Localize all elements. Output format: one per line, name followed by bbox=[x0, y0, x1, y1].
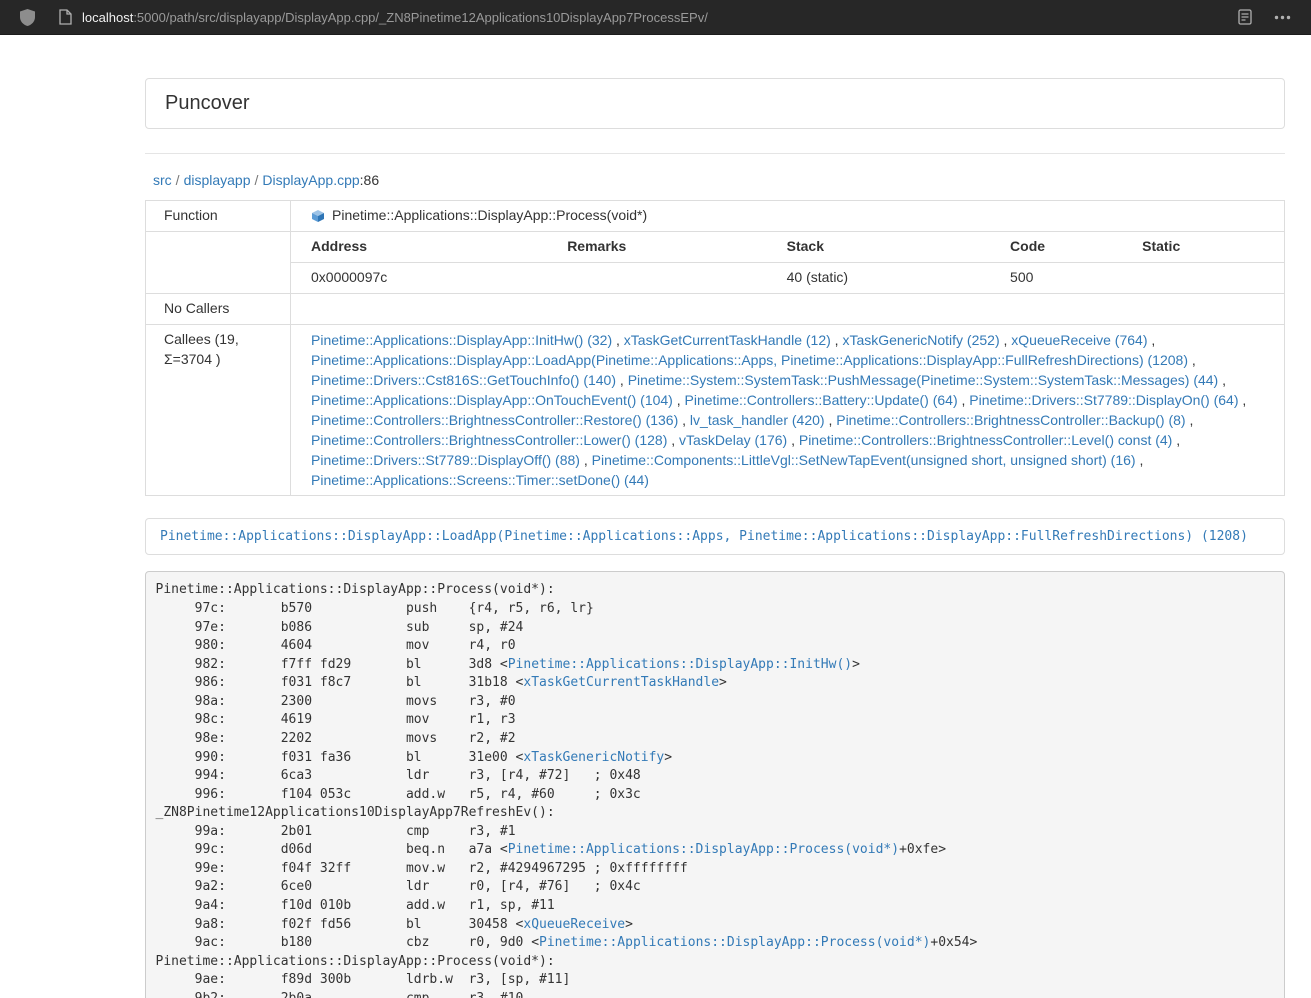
callee-link[interactable]: Pinetime::System::SystemTask::PushMessag… bbox=[628, 372, 1219, 388]
stats-row-container: Address Remarks Stack Code Static 0x0000… bbox=[146, 231, 1285, 293]
callee-link[interactable]: vTaskDelay (176) bbox=[679, 432, 787, 448]
callers-list bbox=[291, 293, 1285, 324]
function-row: Function Pinetime::Applications::Display… bbox=[146, 201, 1285, 232]
callee-link[interactable]: Pinetime::Components::LittleVgl::SetNewT… bbox=[592, 452, 1136, 468]
function-label: Function bbox=[146, 201, 291, 232]
header-static: Static bbox=[1122, 232, 1284, 262]
reader-view-icon[interactable] bbox=[1238, 9, 1252, 25]
code-symbol-link[interactable]: Pinetime::Applications::DisplayApp::Proc… bbox=[539, 935, 930, 950]
callee-link[interactable]: lv_task_handler (420) bbox=[690, 412, 825, 428]
callee-link[interactable]: Pinetime::Controllers::BrightnessControl… bbox=[799, 432, 1172, 448]
callee-link[interactable]: Pinetime::Drivers::St7789::DisplayOn() (… bbox=[969, 392, 1238, 408]
cell-stack: 40 (static) bbox=[767, 262, 990, 292]
header-stack: Stack bbox=[767, 232, 990, 262]
callee-link[interactable]: Pinetime::Controllers::Battery::Update()… bbox=[685, 392, 958, 408]
callee-link[interactable]: Pinetime::Drivers::Cst816S::GetTouchInfo… bbox=[311, 372, 616, 388]
breadcrumb-link[interactable]: displayapp bbox=[184, 172, 251, 188]
callee-link[interactable]: Pinetime::Applications::DisplayApp::Init… bbox=[311, 332, 612, 348]
breadcrumb-line-number: :86 bbox=[360, 172, 379, 188]
divider bbox=[145, 153, 1285, 154]
url-host: localhost bbox=[82, 10, 133, 25]
cell-static bbox=[1122, 262, 1284, 292]
callee-link[interactable]: Pinetime::Controllers::BrightnessControl… bbox=[311, 412, 678, 428]
main-content: Puncover src/displayapp/DisplayApp.cpp:8… bbox=[145, 78, 1285, 998]
callee-link[interactable]: Pinetime::Applications::DisplayApp::OnTo… bbox=[311, 392, 673, 408]
code-symbol-link[interactable]: xTaskGetCurrentTaskHandle bbox=[523, 675, 719, 690]
callee-link[interactable]: xTaskGenericNotify (252) bbox=[842, 332, 999, 348]
highlight-panel: Pinetime::Applications::DisplayApp::Load… bbox=[145, 518, 1285, 555]
url-bar[interactable]: localhost:5000/path/src/displayapp/Displ… bbox=[59, 9, 1238, 25]
shield-icon[interactable] bbox=[20, 9, 35, 26]
stats-table: Address Remarks Stack Code Static 0x0000… bbox=[291, 232, 1284, 293]
highlighted-symbol-link[interactable]: Pinetime::Applications::DisplayApp::Load… bbox=[160, 529, 1248, 544]
breadcrumb-separator: / bbox=[172, 172, 184, 188]
callee-link[interactable]: xQueueReceive (764) bbox=[1011, 332, 1147, 348]
callee-link[interactable]: xTaskGetCurrentTaskHandle (12) bbox=[624, 332, 831, 348]
url-path: :5000/path/src/displayapp/DisplayApp.cpp… bbox=[133, 10, 708, 25]
header-address: Address bbox=[291, 232, 547, 262]
breadcrumb: src/displayapp/DisplayApp.cpp:86 bbox=[153, 172, 1285, 188]
code-symbol-link[interactable]: Pinetime::Applications::DisplayApp::Proc… bbox=[508, 842, 899, 857]
no-callers-row: No Callers bbox=[146, 293, 1285, 324]
callee-link[interactable]: Pinetime::Controllers::BrightnessControl… bbox=[311, 432, 667, 448]
page-title-panel: Puncover bbox=[145, 78, 1285, 129]
menu-dots-icon[interactable] bbox=[1274, 15, 1291, 20]
callee-link[interactable]: Pinetime::Controllers::BrightnessControl… bbox=[836, 412, 1185, 428]
callee-link[interactable]: Pinetime::Applications::DisplayApp::Load… bbox=[311, 352, 1188, 368]
function-table: Function Pinetime::Applications::Display… bbox=[145, 200, 1285, 496]
disassembly: Pinetime::Applications::DisplayApp::Proc… bbox=[145, 571, 1285, 998]
stats-values-row: 0x0000097c 40 (static) 500 bbox=[291, 262, 1284, 292]
cell-address: 0x0000097c bbox=[291, 262, 547, 292]
callees-list: Pinetime::Applications::DisplayApp::Init… bbox=[291, 324, 1285, 495]
header-remarks: Remarks bbox=[547, 232, 766, 262]
callees-label: Callees (19, Σ=3704 ) bbox=[146, 324, 291, 495]
no-callers-label: No Callers bbox=[146, 293, 291, 324]
breadcrumb-separator: / bbox=[251, 172, 263, 188]
header-code: Code bbox=[990, 232, 1122, 262]
callees-row: Callees (19, Σ=3704 ) Pinetime::Applicat… bbox=[146, 324, 1285, 495]
code-symbol-link[interactable]: xQueueReceive bbox=[523, 917, 625, 932]
stats-row-label bbox=[146, 231, 291, 293]
callee-link[interactable]: Pinetime::Applications::Screens::Timer::… bbox=[311, 472, 649, 488]
cell-code: 500 bbox=[990, 262, 1122, 292]
page-title: Puncover bbox=[165, 92, 250, 114]
browser-topbar: localhost:5000/path/src/displayapp/Displ… bbox=[0, 0, 1311, 35]
code-symbol-link[interactable]: Pinetime::Applications::DisplayApp::Init… bbox=[508, 657, 852, 672]
url-text: localhost:5000/path/src/displayapp/Displ… bbox=[82, 10, 708, 25]
breadcrumb-link[interactable]: src bbox=[153, 172, 172, 188]
page-icon bbox=[59, 9, 72, 25]
callee-link[interactable]: Pinetime::Drivers::St7789::DisplayOff() … bbox=[311, 452, 580, 468]
function-cube-icon bbox=[311, 209, 325, 223]
code-symbol-link[interactable]: xTaskGenericNotify bbox=[523, 750, 664, 765]
cell-remarks bbox=[547, 262, 766, 292]
breadcrumb-link[interactable]: DisplayApp.cpp bbox=[262, 172, 359, 188]
function-name: Pinetime::Applications::DisplayApp::Proc… bbox=[332, 206, 647, 226]
